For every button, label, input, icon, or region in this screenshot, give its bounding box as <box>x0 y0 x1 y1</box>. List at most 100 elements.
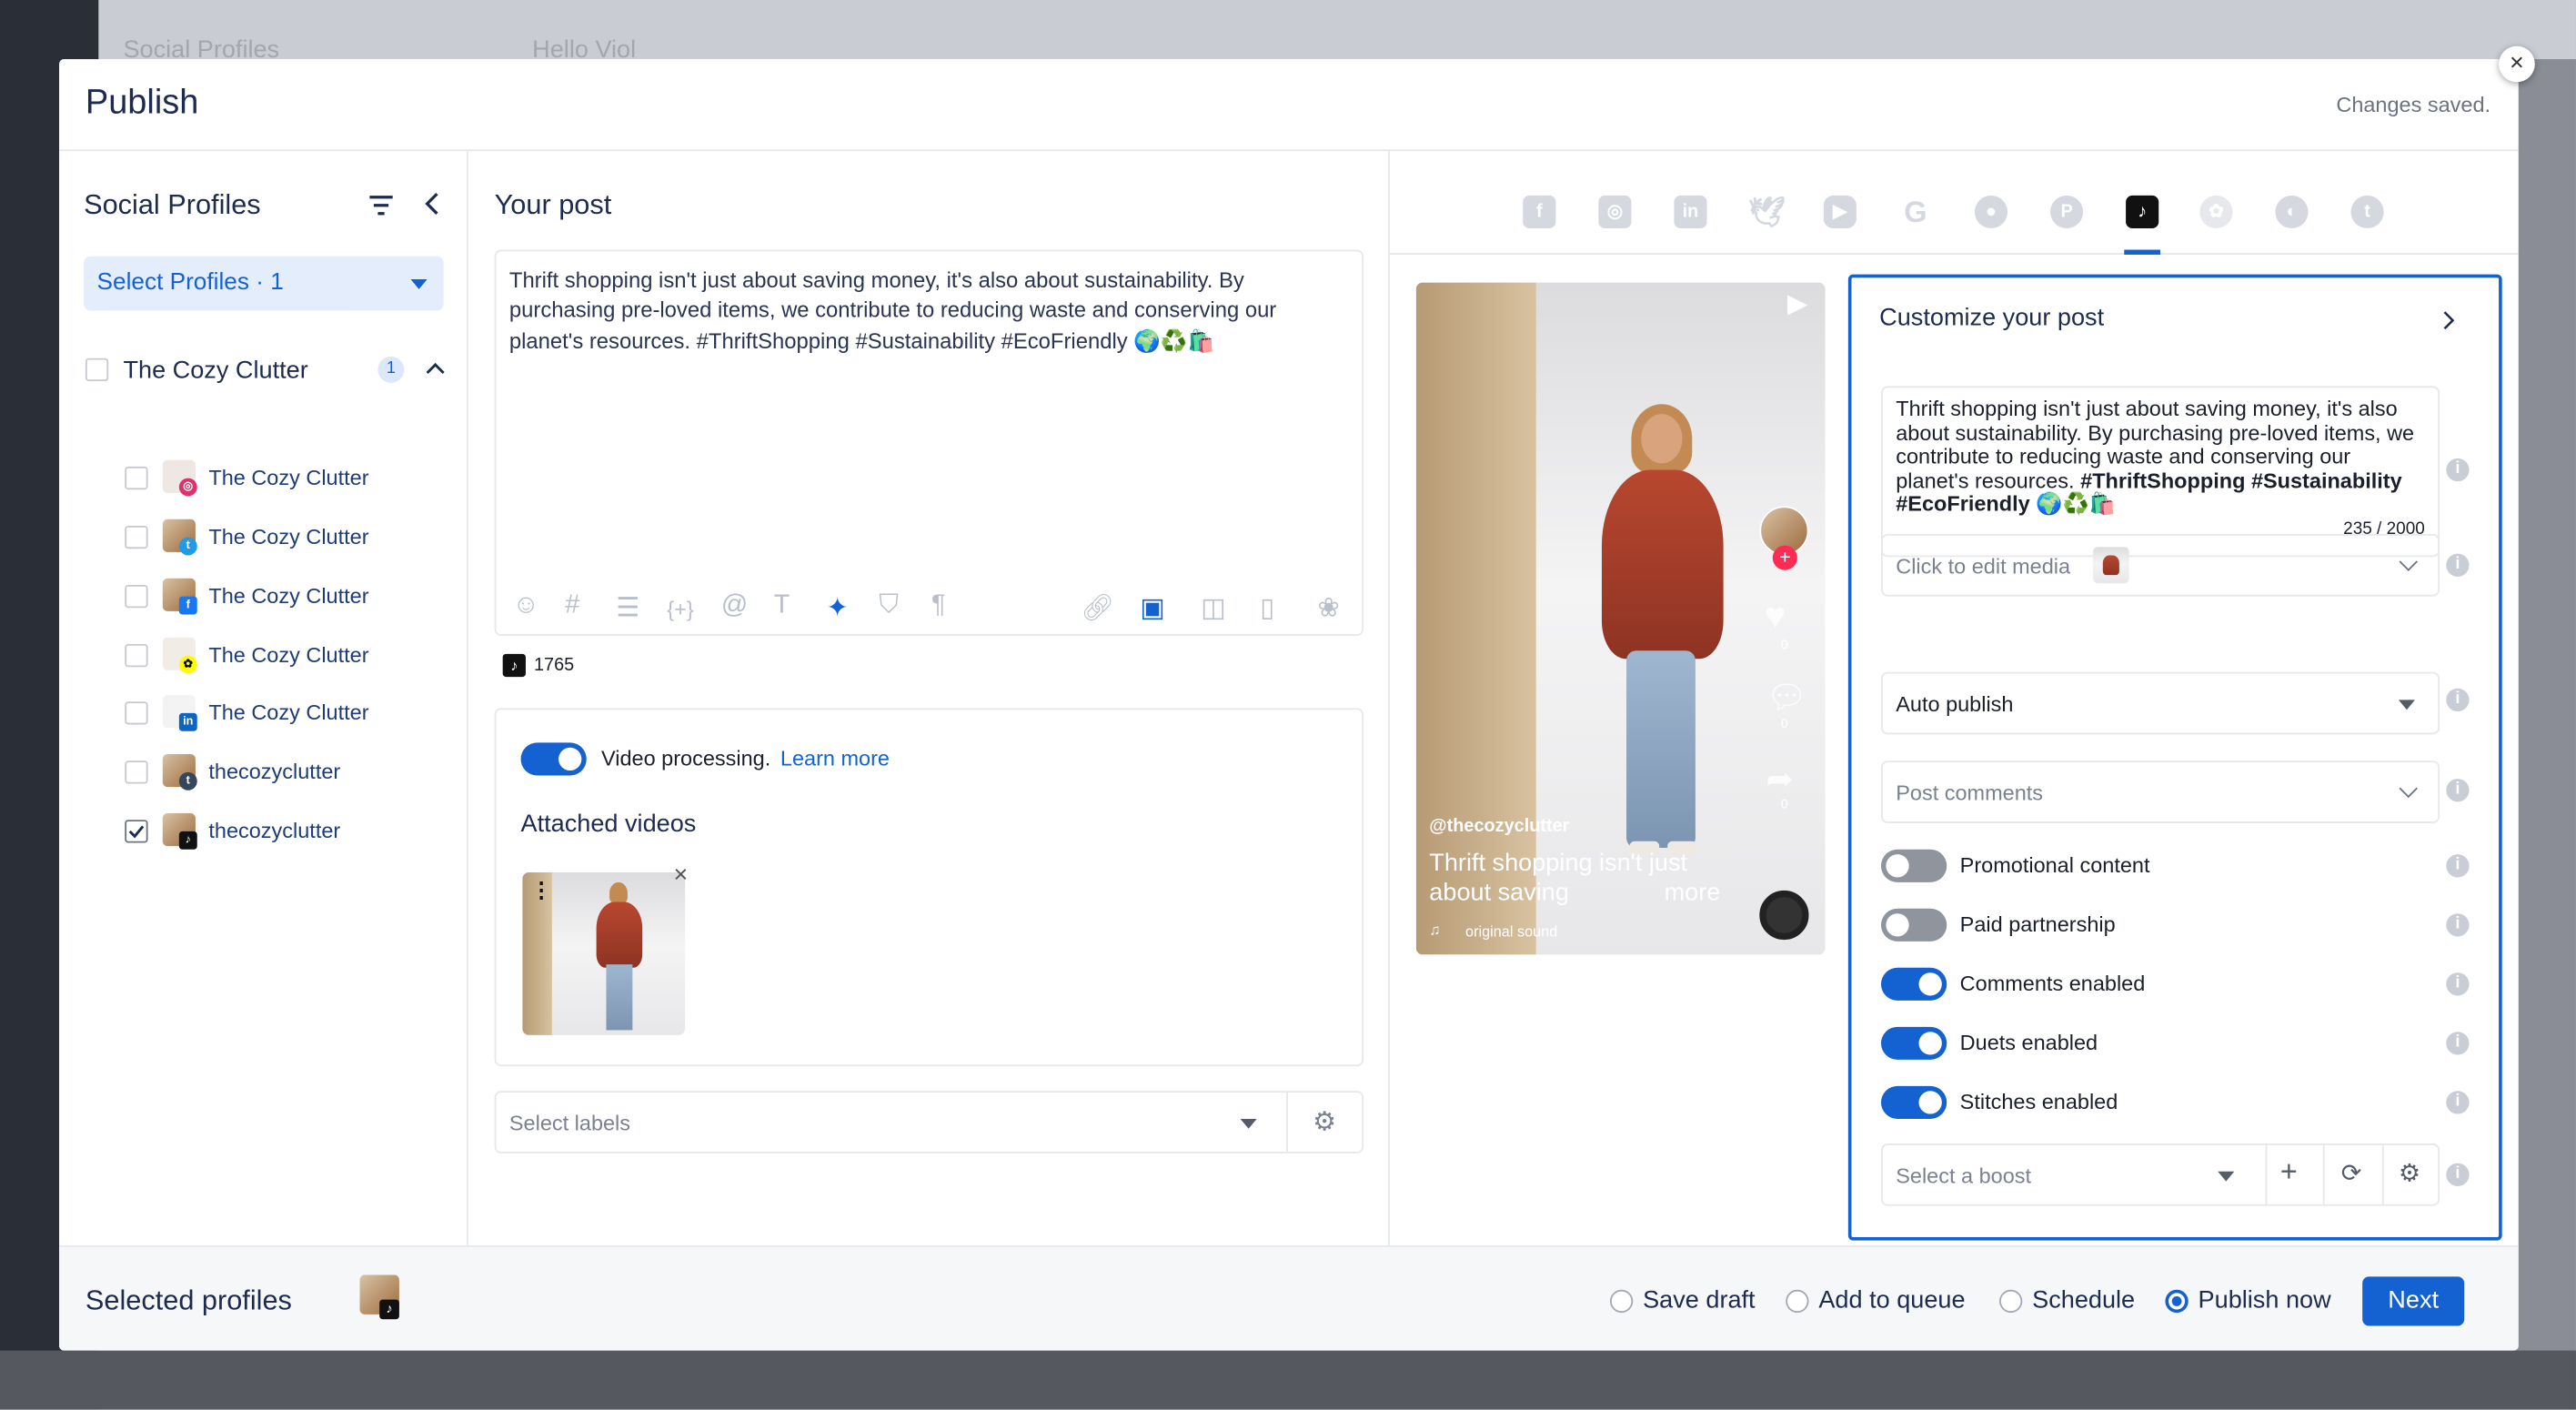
save-draft-radio[interactable] <box>1609 1289 1634 1314</box>
link-icon[interactable]: 🔗︎ <box>1081 591 1114 624</box>
text-format-icon[interactable]: T <box>774 591 790 621</box>
profile-checkbox[interactable] <box>125 701 148 725</box>
tab-tumblr-icon[interactable]: t <box>2350 195 2384 229</box>
info-icon[interactable]: i <box>2446 854 2470 878</box>
profile-checkbox[interactable] <box>125 643 148 668</box>
tab-instagram-icon[interactable]: ◎ <box>1598 195 1632 229</box>
app-header-backdrop: Social Profiles Hello Viol <box>98 0 2576 64</box>
mention-icon[interactable]: @ <box>721 591 748 621</box>
info-icon[interactable]: i <box>2446 779 2470 802</box>
video-icon[interactable]: ▣ <box>1140 591 1164 624</box>
chevron-up-icon[interactable] <box>426 361 446 375</box>
more-options-icon[interactable]: ⋮ <box>530 877 551 903</box>
gear-icon[interactable]: ⚙ <box>1313 1106 1336 1139</box>
duets-enabled-toggle[interactable] <box>1880 1026 1947 1060</box>
emoji-icon[interactable]: ☺ <box>513 591 540 621</box>
profile-checkbox[interactable] <box>125 760 148 784</box>
profile-item-twitter[interactable]: t The Cozy Clutter <box>125 518 453 557</box>
comments-enabled-toggle[interactable] <box>1880 967 1947 1001</box>
gear-icon[interactable]: ⚙ <box>2399 1158 2420 1188</box>
profile-checkbox[interactable] <box>125 525 148 549</box>
profile-item-tiktok[interactable]: ♪ thecozyclutter <box>125 811 453 851</box>
profile-item-facebook[interactable]: f The Cozy Clutter <box>125 577 453 616</box>
document-icon[interactable]: ▯ <box>1260 591 1274 624</box>
info-icon[interactable]: i <box>2446 688 2470 712</box>
tab-snapchat-icon[interactable]: ✿ <box>2199 195 2233 229</box>
collapse-panel-icon[interactable] <box>424 191 440 217</box>
info-icon[interactable]: i <box>2446 913 2470 937</box>
next-button[interactable]: Next <box>2362 1276 2465 1326</box>
video-processing-toggle[interactable] <box>520 742 587 776</box>
learn-more-link[interactable]: Learn more <box>780 746 890 770</box>
promotional-content-toggle[interactable] <box>1880 849 1947 882</box>
profile-item-snapchat[interactable]: ✿ The Cozy Clutter <box>125 636 453 675</box>
paragraph-icon[interactable]: ¶ <box>931 591 946 621</box>
info-icon[interactable]: i <box>2446 1163 2470 1187</box>
chevron-down-icon <box>410 279 428 289</box>
hashtag-icon[interactable]: # <box>565 591 579 621</box>
shield-icon[interactable]: ⛉ <box>879 591 899 621</box>
chevron-down-icon <box>2399 779 2418 799</box>
publish-mode-select[interactable]: Auto publish <box>1880 671 2440 735</box>
add-boost-icon[interactable]: + <box>2280 1155 2298 1190</box>
boost-selector[interactable]: Select a boost + ⟳ ⚙ <box>1880 1143 2440 1206</box>
labels-selector[interactable]: Select labels ⚙ <box>494 1091 1364 1153</box>
publish-now-radio[interactable] <box>2165 1289 2189 1314</box>
publish-now-label[interactable]: Publish now <box>2199 1286 2331 1314</box>
profile-label: The Cozy Clutter <box>208 524 369 549</box>
profile-checkbox[interactable] <box>125 584 148 609</box>
stitches-enabled-toggle[interactable] <box>1880 1085 1947 1119</box>
close-modal-button[interactable]: × <box>2499 45 2535 83</box>
chevron-down-icon <box>2398 700 2415 710</box>
comment-count: 0 <box>1780 716 1788 731</box>
info-icon[interactable]: i <box>2446 1032 2470 1055</box>
video-processing-label: Video processing. <box>601 745 771 771</box>
save-draft-label[interactable]: Save draft <box>1643 1286 1755 1314</box>
camera-icon[interactable]: ◫ <box>1201 591 1225 624</box>
add-to-queue-radio[interactable] <box>1786 1289 1809 1314</box>
play-icon[interactable]: ▶ <box>1787 287 1807 320</box>
profile-checkbox[interactable] <box>125 466 148 490</box>
post-comments-selector[interactable]: Post comments <box>1880 760 2440 823</box>
like-count: 0 <box>1780 637 1788 653</box>
info-icon[interactable]: i <box>2446 972 2470 996</box>
profile-item-instagram[interactable]: ◎ The Cozy Clutter <box>125 458 453 498</box>
profile-checkbox[interactable] <box>125 820 148 843</box>
ai-wand-icon[interactable]: ✦ <box>826 591 848 624</box>
info-icon[interactable]: i <box>2446 553 2470 577</box>
refresh-icon[interactable]: ⟳ <box>2341 1158 2362 1188</box>
info-icon[interactable]: i <box>2446 458 2470 482</box>
tab-youtube-icon[interactable]: ▶ <box>1823 195 1857 229</box>
remove-video-icon[interactable]: × <box>674 861 689 889</box>
tab-twitter-icon[interactable]: 🕊︎ <box>1748 196 1786 228</box>
tab-google-icon[interactable]: G <box>1899 196 1932 228</box>
tab-linkedin-icon[interactable]: in <box>1674 195 1707 229</box>
tab-threads-icon[interactable]: ◐ <box>2275 195 2309 229</box>
paid-partnership-toggle[interactable] <box>1880 908 1947 942</box>
follow-plus-icon: + <box>1772 545 1797 570</box>
tab-tiktok-icon[interactable]: ♪ <box>2126 195 2159 229</box>
add-to-queue-label[interactable]: Add to queue <box>1818 1286 1965 1314</box>
schedule-label[interactable]: Schedule <box>2032 1286 2135 1314</box>
share-count: 0 <box>1780 796 1788 812</box>
post-text[interactable]: Thrift shopping isn't just about saving … <box>509 267 1339 357</box>
tab-reddit-icon[interactable]: ● <box>1974 195 2008 229</box>
variable-icon[interactable]: {+} <box>667 597 693 621</box>
media-thumbnail <box>2092 547 2129 584</box>
customize-text[interactable]: Thrift shopping isn't just about saving … <box>1880 386 2440 558</box>
edit-media-selector[interactable]: Click to edit media <box>1880 533 2440 597</box>
chevron-right-icon[interactable] <box>2441 310 2455 330</box>
profile-item-tumblr[interactable]: t thecozyclutter <box>125 752 453 791</box>
canva-icon[interactable]: ❀ <box>1317 591 1339 624</box>
select-profiles-dropdown[interactable]: Select Profiles · 1 <box>84 256 444 311</box>
snippet-icon[interactable]: ☰ <box>616 591 639 624</box>
toggle-row-promotional: Promotional content i <box>1880 848 2472 884</box>
group-checkbox[interactable] <box>85 358 109 382</box>
post-editor[interactable]: Thrift shopping isn't just about saving … <box>494 249 1364 636</box>
filter-icon[interactable] <box>368 194 395 217</box>
tab-facebook-icon[interactable]: f <box>1523 195 1556 229</box>
tab-pinterest-icon[interactable]: P <box>2050 195 2084 229</box>
profile-item-linkedin[interactable]: in The Cozy Clutter <box>125 693 453 732</box>
info-icon[interactable]: i <box>2446 1091 2470 1114</box>
schedule-radio[interactable] <box>1999 1289 2023 1314</box>
